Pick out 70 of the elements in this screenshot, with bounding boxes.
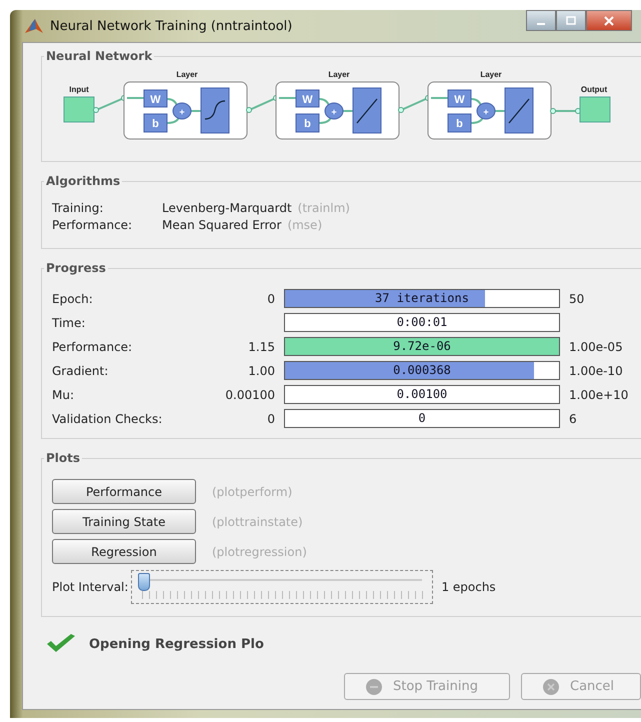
- section-title: Neural Network: [45, 49, 154, 63]
- function-name: (trainlm): [298, 200, 350, 217]
- bar-text: 37 iterations: [374, 290, 470, 307]
- section-title: Plots: [45, 451, 82, 465]
- field-label: Mu:: [52, 388, 76, 402]
- section-title: Progress: [45, 261, 107, 275]
- plot-button[interactable]: Regression: [52, 539, 196, 564]
- function-name: (plottrainstate): [212, 514, 303, 528]
- bar-text: 9.72e-06: [392, 338, 452, 355]
- start-value: 1.15: [248, 340, 275, 354]
- layer-label: Layer: [480, 70, 502, 79]
- weight-box: W: [448, 90, 472, 108]
- sum-node: +: [324, 102, 344, 120]
- output-node: [580, 96, 610, 122]
- field-label: Validation Checks:: [52, 412, 164, 426]
- function-name: (plotregression): [212, 544, 307, 558]
- stop-icon: [365, 678, 383, 696]
- cancel-icon: [542, 678, 560, 696]
- field-label: Gradient:: [52, 364, 110, 378]
- plot-button[interactable]: Training State: [52, 509, 196, 534]
- interval-reading: 1 epochs: [441, 580, 496, 594]
- connector: [550, 108, 581, 114]
- close-button[interactable]: [586, 10, 632, 31]
- end-value: 50: [569, 292, 584, 306]
- interval-label: Plot Interval:: [52, 580, 128, 594]
- output-label: Output: [580, 85, 608, 94]
- bias-box: b: [448, 114, 472, 132]
- field-label: Performance:: [52, 217, 134, 234]
- sigmoid-block: [200, 88, 230, 134]
- sum-node: +: [476, 102, 496, 120]
- layer-label: Layer: [328, 70, 350, 79]
- field-label: Performance:: [52, 340, 134, 354]
- end-value: 1.00e-10: [569, 364, 623, 378]
- input-label: Input: [69, 85, 89, 94]
- window-title: Neural Network Training (nntraintool): [50, 18, 292, 34]
- start-value: 0: [267, 412, 275, 426]
- start-value: 0.00100: [225, 388, 275, 402]
- bar-text: 0.000368: [392, 362, 452, 379]
- field-value: Mean Squared Error: [162, 217, 282, 234]
- minimize-button[interactable]: [526, 10, 556, 31]
- field-label: Training:: [52, 200, 104, 217]
- peak-icon: [24, 17, 44, 35]
- linear-block: [352, 88, 382, 134]
- status-text: Opening Regression Plo: [89, 636, 264, 652]
- field-value: Levenberg-Marquardt: [162, 200, 292, 217]
- minimize-icon: [537, 22, 545, 24]
- weight-box: W: [296, 90, 320, 108]
- end-value: 1.00e+10: [569, 388, 628, 402]
- weight-box: W: [144, 90, 168, 108]
- field-label: Time:: [52, 316, 86, 330]
- checkmark-icon: [45, 633, 77, 655]
- function-name: (plotperform): [212, 484, 292, 498]
- plot-button[interactable]: Performance: [52, 479, 196, 504]
- start-value: 0: [267, 292, 275, 306]
- layer-label: Layer: [176, 70, 198, 79]
- input-node: [64, 96, 94, 122]
- linear-block: [504, 88, 534, 134]
- field-label: Epoch:: [52, 292, 94, 306]
- sum-node: +: [172, 102, 192, 120]
- start-value: 1.00: [248, 364, 275, 378]
- section-title: Algorithms: [45, 174, 122, 188]
- maximize-icon: [565, 16, 577, 26]
- bias-box: b: [144, 114, 168, 132]
- close-icon: [603, 16, 615, 26]
- end-value: 6: [569, 412, 577, 426]
- maximize-button[interactable]: [556, 10, 586, 31]
- function-name: (mse): [287, 217, 322, 234]
- interval-slider[interactable]: [131, 570, 434, 604]
- end-value: 1.00e-05: [569, 340, 623, 354]
- bias-box: b: [296, 114, 320, 132]
